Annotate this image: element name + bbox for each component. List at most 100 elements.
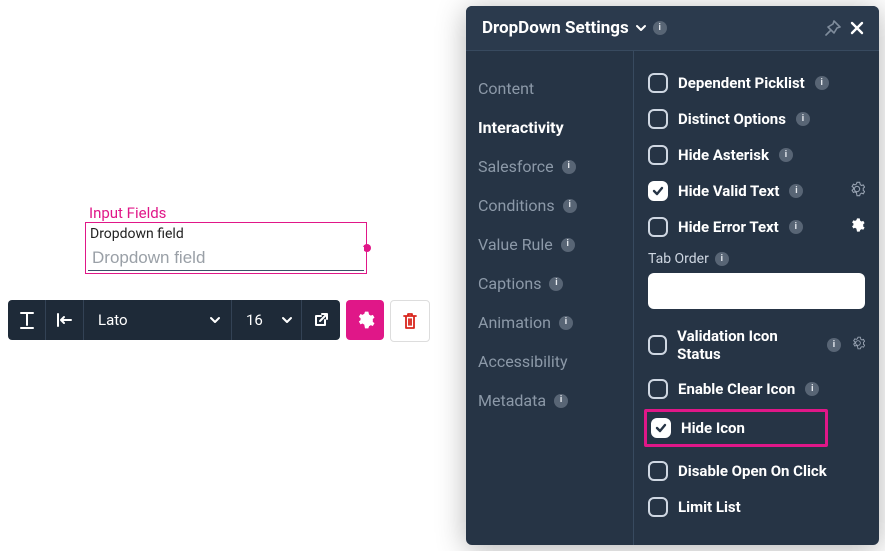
option-hide-icon: Hide Icon bbox=[651, 416, 745, 440]
option-label: Limit List bbox=[678, 498, 741, 516]
option-validation-icon-status: Validation Icon Status i bbox=[648, 319, 865, 371]
nav-content[interactable]: Content bbox=[466, 69, 633, 108]
nav-conditions[interactable]: Conditions i bbox=[466, 186, 633, 225]
settings-side-nav: Content Interactivity Salesforce i Condit… bbox=[466, 51, 634, 545]
configure-button[interactable] bbox=[849, 217, 865, 237]
option-label: Distinct Options bbox=[678, 110, 786, 128]
nav-label: Value Rule bbox=[478, 235, 553, 254]
info-icon[interactable]: i bbox=[559, 316, 573, 330]
info-icon[interactable]: i bbox=[779, 148, 793, 162]
open-external-button[interactable] bbox=[302, 300, 340, 340]
settings-button[interactable] bbox=[346, 300, 384, 340]
info-icon[interactable]: i bbox=[796, 112, 810, 126]
resize-handle-right[interactable] bbox=[363, 244, 371, 252]
options-list: Dependent Picklist i Distinct Options i … bbox=[634, 51, 879, 545]
tab-order-input[interactable] bbox=[648, 273, 865, 309]
nav-label: Metadata bbox=[478, 391, 546, 410]
gear-icon bbox=[851, 336, 865, 350]
checkbox[interactable] bbox=[648, 335, 667, 355]
dropdown-field-title: Dropdown field bbox=[90, 226, 184, 242]
delete-button[interactable] bbox=[390, 300, 430, 342]
align-left-button[interactable] bbox=[46, 300, 84, 340]
close-icon bbox=[849, 20, 865, 36]
checkbox[interactable] bbox=[648, 145, 668, 165]
option-label: Enable Clear Icon bbox=[678, 380, 795, 398]
external-link-icon bbox=[313, 312, 329, 328]
nav-label: Accessibility bbox=[478, 352, 568, 371]
checkbox[interactable] bbox=[648, 497, 668, 517]
text-icon bbox=[19, 311, 35, 329]
nav-accessibility[interactable]: Accessibility bbox=[466, 342, 633, 381]
option-distinct-options: Distinct Options i bbox=[648, 101, 865, 137]
nav-metadata[interactable]: Metadata i bbox=[466, 381, 633, 420]
option-hide-asterisk: Hide Asterisk i bbox=[648, 137, 865, 173]
configure-button[interactable] bbox=[849, 181, 865, 201]
info-icon[interactable]: i bbox=[789, 184, 803, 198]
gear-icon bbox=[849, 181, 865, 197]
nav-salesforce[interactable]: Salesforce i bbox=[466, 147, 633, 186]
panel-header: DropDown Settings i bbox=[466, 6, 879, 51]
highlighted-option: Hide Icon bbox=[644, 409, 828, 447]
font-size-select[interactable]: 16 bbox=[232, 300, 302, 340]
checkbox[interactable] bbox=[648, 379, 668, 399]
dropdown-field-frame[interactable]: Dropdown field bbox=[85, 222, 367, 274]
option-enable-clear-icon: Enable Clear Icon i bbox=[648, 371, 865, 407]
label-text: Tab Order bbox=[648, 251, 709, 267]
panel-title-text: DropDown Settings bbox=[482, 18, 629, 38]
option-disable-open-on-click: Disable Open On Click bbox=[648, 453, 865, 489]
font-family-value: Lato bbox=[98, 311, 128, 329]
option-label: Hide Asterisk bbox=[678, 146, 769, 164]
option-label: Disable Open On Click bbox=[678, 462, 827, 480]
nav-interactivity[interactable]: Interactivity bbox=[466, 108, 633, 147]
font-family-select[interactable]: Lato bbox=[84, 300, 232, 340]
nav-label: Animation bbox=[478, 313, 551, 332]
option-label: Hide Icon bbox=[681, 419, 745, 437]
gear-icon bbox=[355, 310, 375, 330]
nav-captions[interactable]: Captions i bbox=[466, 264, 633, 303]
checkbox[interactable] bbox=[651, 418, 671, 438]
group-label: Input Fields bbox=[89, 204, 166, 222]
option-dependent-picklist: Dependent Picklist i bbox=[648, 65, 865, 101]
chevron-down-icon bbox=[635, 22, 647, 34]
info-icon[interactable]: i bbox=[715, 252, 729, 266]
close-button[interactable] bbox=[845, 16, 869, 40]
tab-order-label: Tab Order i bbox=[648, 245, 865, 267]
info-icon[interactable]: i bbox=[563, 199, 577, 213]
panel-title-dropdown[interactable]: DropDown Settings i bbox=[482, 18, 667, 38]
info-icon[interactable]: i bbox=[561, 238, 575, 252]
element-toolbar: Lato 16 bbox=[8, 300, 430, 340]
info-icon[interactable]: i bbox=[554, 394, 568, 408]
checkbox[interactable] bbox=[648, 181, 668, 201]
info-icon[interactable]: i bbox=[805, 382, 819, 396]
nav-animation[interactable]: Animation i bbox=[466, 303, 633, 342]
option-label: Validation Icon Status bbox=[677, 327, 817, 363]
checkbox[interactable] bbox=[648, 461, 668, 481]
font-size-value: 16 bbox=[246, 311, 263, 329]
chevron-down-icon bbox=[281, 314, 293, 326]
option-label: Dependent Picklist bbox=[678, 74, 805, 92]
pin-icon bbox=[825, 20, 841, 36]
settings-panel: DropDown Settings i Content Interactivit… bbox=[466, 6, 879, 545]
checkbox[interactable] bbox=[648, 73, 668, 93]
nav-label: Conditions bbox=[478, 196, 555, 215]
nav-label: Captions bbox=[478, 274, 541, 293]
pin-button[interactable] bbox=[821, 16, 845, 40]
gear-icon bbox=[849, 217, 865, 233]
configure-button[interactable] bbox=[851, 336, 865, 354]
nav-label: Content bbox=[478, 79, 534, 98]
nav-value-rule[interactable]: Value Rule i bbox=[466, 225, 633, 264]
info-icon[interactable]: i bbox=[562, 160, 576, 174]
option-hide-valid-text: Hide Valid Text i bbox=[648, 173, 865, 209]
info-icon[interactable]: i bbox=[827, 338, 841, 352]
option-hide-error-text: Hide Error Text i bbox=[648, 209, 865, 245]
info-icon[interactable]: i bbox=[549, 277, 563, 291]
checkbox[interactable] bbox=[648, 217, 668, 237]
info-icon[interactable]: i bbox=[653, 21, 667, 35]
dropdown-field-input[interactable] bbox=[88, 247, 364, 271]
checkbox[interactable] bbox=[648, 109, 668, 129]
info-icon[interactable]: i bbox=[789, 220, 803, 234]
text-underline-button[interactable] bbox=[8, 300, 46, 340]
option-label: Hide Valid Text bbox=[678, 182, 779, 200]
nav-label: Salesforce bbox=[478, 157, 554, 176]
info-icon[interactable]: i bbox=[815, 76, 829, 90]
